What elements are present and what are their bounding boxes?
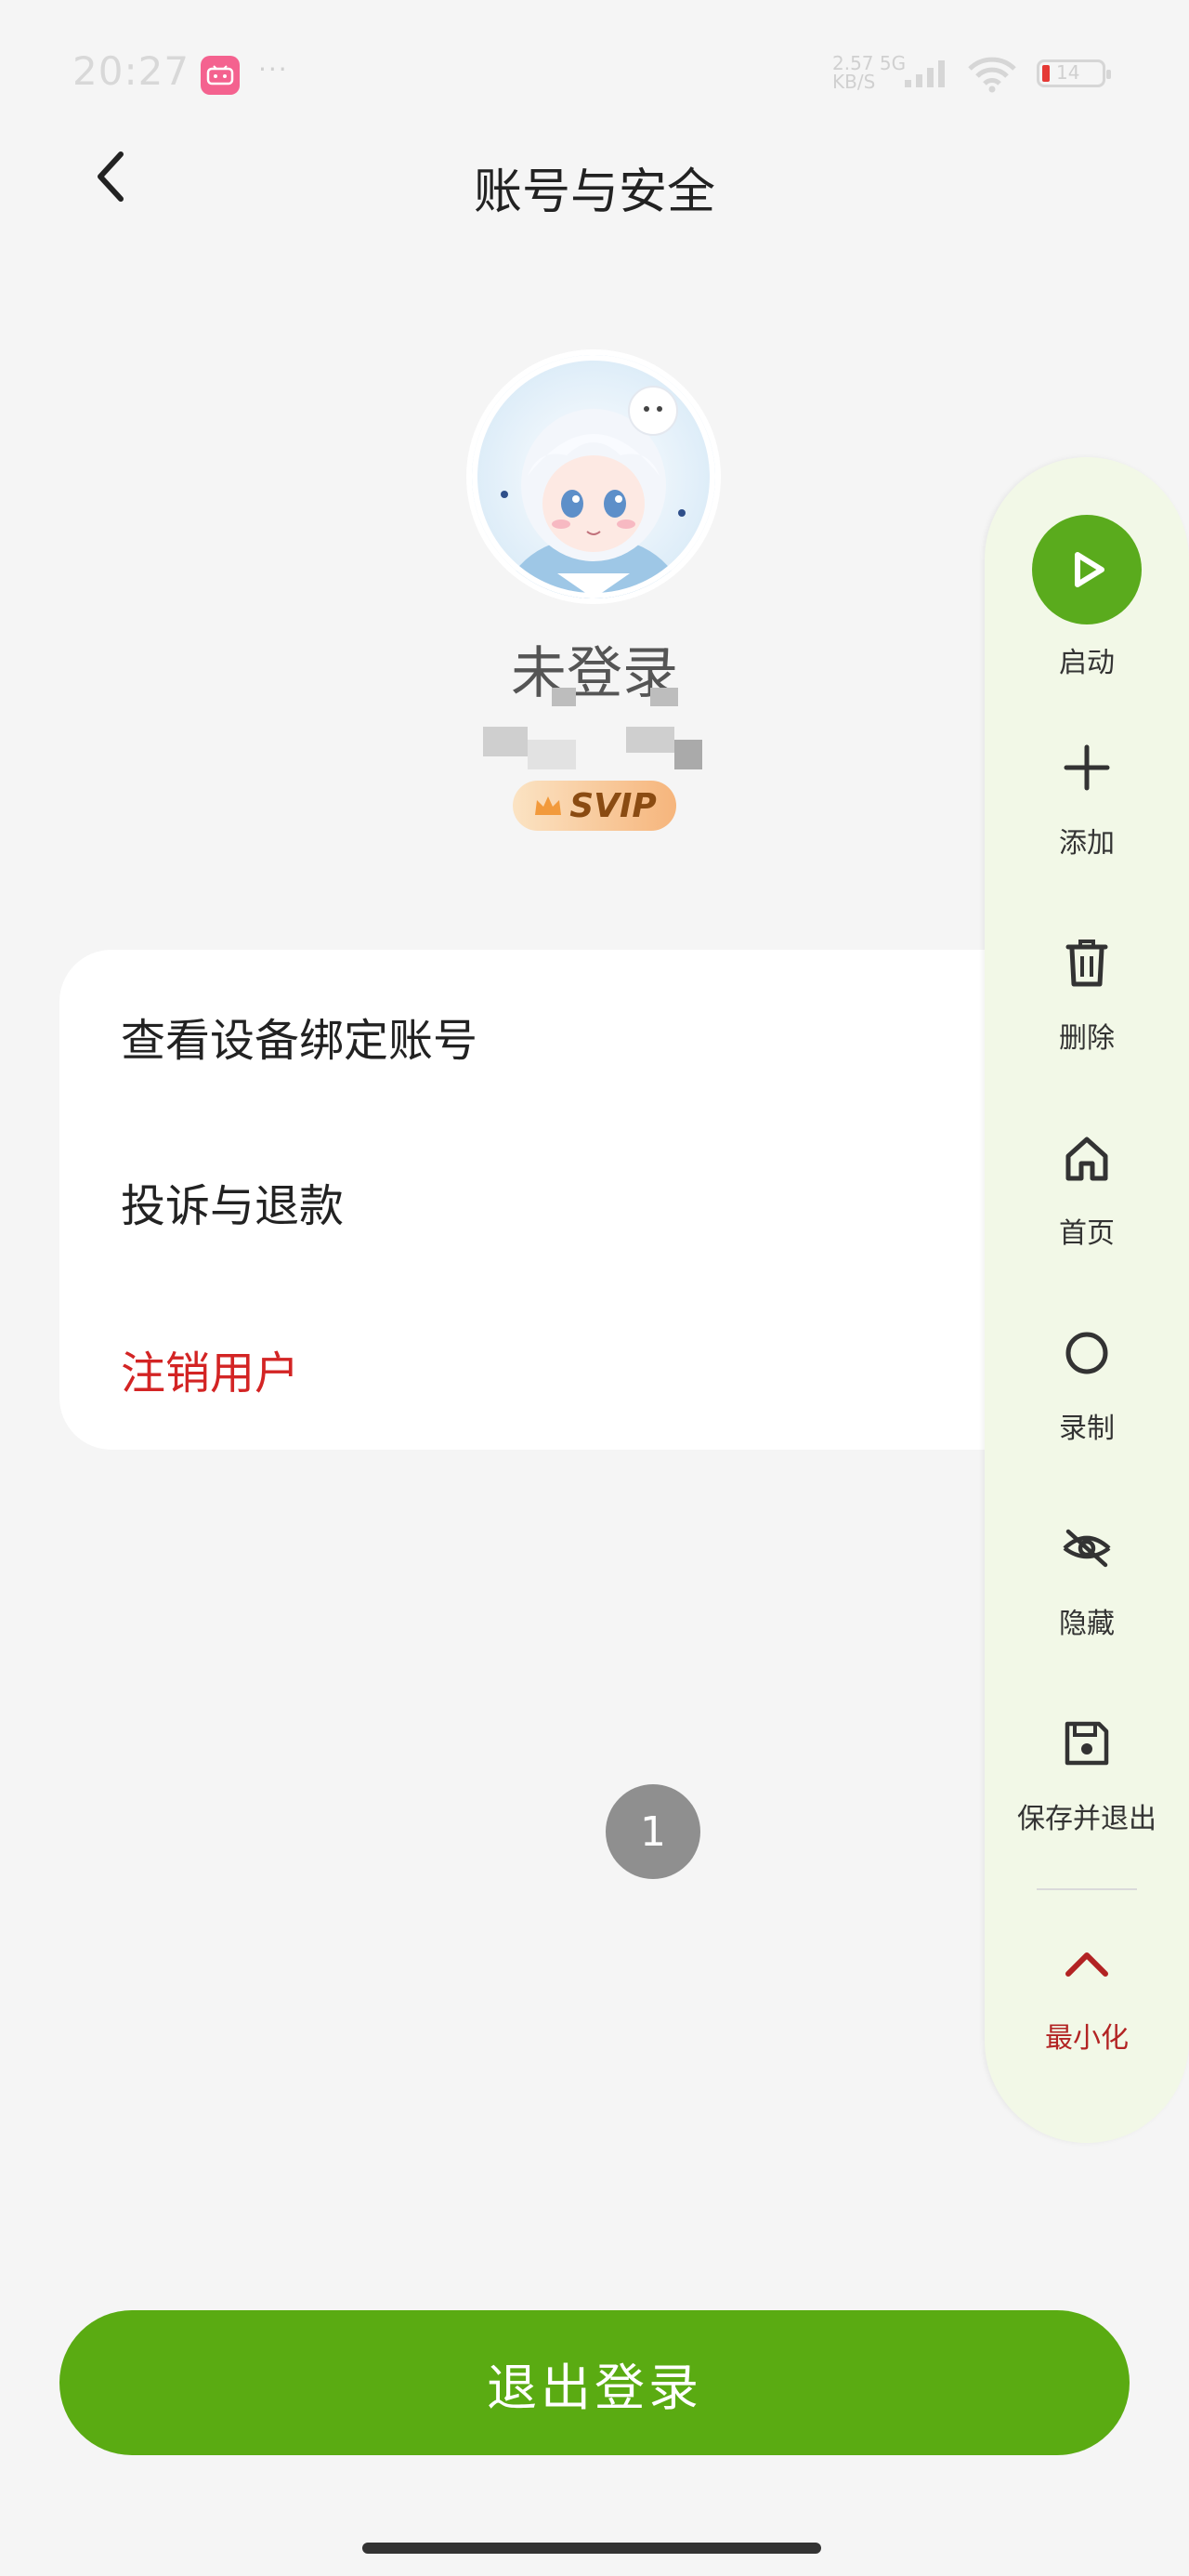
account-menu-card: 查看设备绑定账号 投诉与退款 注销用户 [59, 950, 1128, 1450]
play-icon [1032, 515, 1142, 624]
logout-button[interactable]: 退出登录 [59, 2310, 1130, 2455]
avatar[interactable] [472, 355, 715, 598]
save-and-exit-button[interactable]: 保存并退出 [985, 1706, 1189, 1836]
nav-bar: 账号与安全 [0, 130, 1189, 223]
start-label: 启动 [1059, 647, 1115, 679]
crown-icon [535, 796, 562, 815]
home-indicator[interactable] [362, 2543, 821, 2554]
record-button[interactable]: 录制 [985, 1316, 1189, 1446]
plus-icon [1050, 730, 1124, 805]
panel-divider [1037, 1888, 1137, 1890]
home-label: 首页 [1059, 1217, 1115, 1250]
menu-item-complaint-refund[interactable]: 投诉与退款 [121, 1169, 344, 1234]
status-time: 20:27 [72, 48, 190, 94]
battery-level: 14 [1056, 61, 1080, 84]
delete-label: 删除 [1059, 1022, 1115, 1055]
network-speed: 2.57 5G KB/S [832, 52, 907, 93]
status-bar: 20:27 ··· 2.57 5G KB/S 14 [0, 0, 1189, 149]
menu-item-delete-account[interactable]: 注销用户 [121, 1336, 299, 1401]
menu-item-device-bound-accounts[interactable]: 查看设备绑定账号 [121, 1004, 477, 1069]
start-button[interactable]: 启动 [985, 515, 1189, 680]
home-button[interactable]: 首页 [985, 1121, 1189, 1251]
signal-icon [903, 58, 951, 93]
battery-icon: 14 [1037, 59, 1111, 87]
record-label: 录制 [1059, 1413, 1115, 1445]
minimize-label: 最小化 [1045, 2022, 1129, 2055]
add-button[interactable]: 添加 [985, 730, 1189, 861]
hide-button[interactable]: 隐藏 [985, 1511, 1189, 1641]
page-indicator-button[interactable]: 1 [606, 1784, 700, 1879]
eye-off-icon [1050, 1511, 1124, 1585]
svip-label: SVIP [569, 786, 657, 825]
bilibili-app-icon [201, 56, 240, 95]
svip-badge: SVIP [513, 781, 676, 831]
floating-tool-panel: 启动 添加 删除 首页 录制 隐藏 保存并退出 最小化 [985, 457, 1189, 2143]
chevron-up-icon [1050, 1925, 1124, 2000]
trash-icon [1050, 926, 1124, 1000]
page-title: 账号与安全 [473, 164, 715, 220]
add-label: 添加 [1059, 827, 1115, 860]
save-icon [1050, 1706, 1124, 1781]
wifi-icon [966, 56, 1018, 97]
more-notifications-icon: ··· [258, 54, 289, 85]
save-and-exit-label: 保存并退出 [1017, 1803, 1156, 1835]
delete-button[interactable]: 删除 [985, 926, 1189, 1056]
hide-label: 隐藏 [1059, 1608, 1115, 1640]
minimize-button[interactable]: 最小化 [985, 1925, 1189, 2056]
home-icon [1050, 1121, 1124, 1195]
record-icon [1050, 1316, 1124, 1390]
